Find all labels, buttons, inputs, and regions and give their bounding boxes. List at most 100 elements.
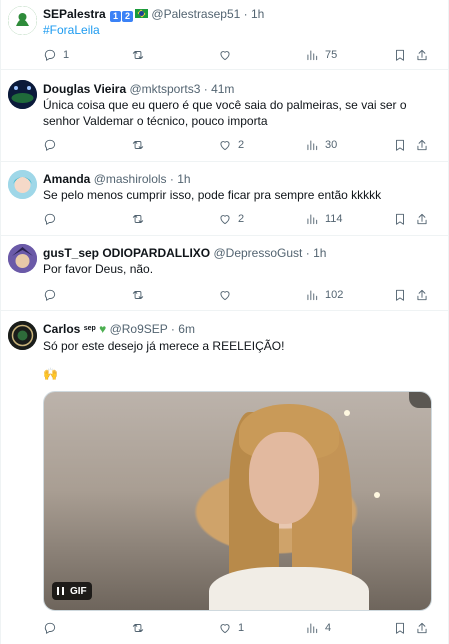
retweet-icon [132,51,144,59]
brazil-flag-icon [135,9,149,18]
reply-button[interactable] [43,619,57,637]
bookmark-button[interactable] [393,46,407,64]
like-count: 1 [238,622,245,634]
retweet-button[interactable] [131,286,145,304]
tweet-3[interactable]: Amanda @mashirolols · 1h Se pelo menos c… [0,162,449,236]
anime-avatar-icon [8,170,37,199]
reply-button[interactable] [43,210,57,228]
share-button[interactable] [415,286,429,304]
handle[interactable]: @DepressoGust [213,246,302,260]
timestamp[interactable]: 1h [313,246,326,260]
bookmark-button[interactable] [393,286,407,304]
bookmark-button[interactable] [393,210,407,228]
share-icon [417,213,427,225]
retweet-icon [132,291,144,299]
timestamp[interactable]: 41m [211,82,234,96]
gif-media[interactable]: GIF [43,391,432,611]
views-button[interactable]: 4 [305,619,331,637]
avatar[interactable] [8,321,37,350]
like-button[interactable]: 1 [218,619,244,637]
avatar[interactable] [8,6,37,35]
bookmark-icon [396,622,404,634]
handle[interactable]: @mktsports3 [130,82,201,96]
views-count: 102 [325,289,344,301]
tweet-2[interactable]: Douglas Vieira @mktsports3 · 41m Única c… [0,70,449,162]
handle[interactable]: @mashirolols [94,172,167,186]
avatar[interactable] [8,80,37,109]
retweet-button[interactable] [131,46,145,64]
share-icon [417,139,427,151]
media-corner [409,392,431,408]
share-button[interactable] [415,46,429,64]
reply-icon [44,622,56,634]
reply-icon [44,49,56,61]
bookmark-icon [396,139,404,151]
views-button[interactable]: 114 [305,210,343,228]
bookmark-icon [396,49,404,61]
display-name[interactable]: Amanda [43,172,90,186]
tweet-text: Única coisa que eu quero é que você saia… [43,98,407,128]
reply-count: 1 [63,49,70,61]
tweet-1[interactable]: SEPalestra 12 @Palestrasep51 · 1h #ForaL… [0,0,449,70]
gif-control[interactable]: GIF [52,582,92,600]
bookmark-button[interactable] [393,619,407,637]
display-name[interactable]: gusT_sep ODIOPARDALLIXO [43,246,210,260]
views-count: 75 [325,49,338,61]
retweet-button[interactable] [131,619,145,637]
like-button[interactable]: 2 [218,210,244,228]
timestamp[interactable]: 6m [178,322,195,336]
retweet-button[interactable] [131,136,145,154]
avatar[interactable] [8,170,37,199]
views-chart-icon [307,290,318,301]
pause-icon [57,587,64,595]
tweet-text: Por favor Deus, não. [43,262,154,276]
bookmark-icon [396,289,404,301]
share-button[interactable] [415,619,429,637]
display-name[interactable]: Douglas Vieira [43,82,126,96]
palm-logo-icon [8,6,37,35]
timestamp[interactable]: 1h [177,172,190,186]
views-count: 4 [325,622,332,634]
display-name[interactable]: SEPalestra [43,7,106,21]
display-name[interactable]: Carlos [43,322,80,336]
tweet-text: Se pelo menos cumprir isso, pode ficar p… [43,188,382,202]
tweet-5[interactable]: Carlos sep ♥ @Ro9SEP · 6m Só por este de… [0,311,449,644]
views-chart-icon [307,623,318,634]
views-chart-icon [307,214,318,225]
bookmark-button[interactable] [393,136,407,154]
reply-icon [44,289,56,301]
hashtag-link[interactable]: #ForaLeila [43,23,100,37]
name-suffix: sep [83,325,96,332]
reply-button[interactable] [43,136,57,154]
reply-button[interactable] [43,286,57,304]
like-button[interactable] [218,286,232,304]
gif-figure [209,567,369,610]
views-chart-icon [307,140,318,151]
bookmark-icon [396,213,404,225]
heart-icon [220,215,230,225]
retweet-icon [132,624,144,632]
reply-button[interactable]: 1 [43,46,69,64]
views-button[interactable]: 102 [305,286,343,304]
share-button[interactable] [415,136,429,154]
badge-2: 2 [122,11,134,22]
action-bar: 1 4 [43,619,435,637]
green-heart-icon: ♥ [99,322,107,336]
views-button[interactable]: 75 [305,46,337,64]
avatar[interactable] [8,244,37,273]
stadium-icon [8,80,37,109]
share-button[interactable] [415,210,429,228]
handle[interactable]: @Palestrasep51 [151,7,240,21]
timestamp[interactable]: 1h [251,7,264,21]
tweet-4[interactable]: gusT_sep ODIOPARDALLIXO @DepressoGust · … [0,236,449,311]
like-button[interactable] [218,46,232,64]
views-count: 114 [325,213,343,225]
raised-hands-emoji: 🙌 [43,367,58,381]
retweet-button[interactable] [131,210,145,228]
action-bar: 2 114 [43,210,435,228]
retweet-icon [132,215,144,223]
tweet-header: Carlos sep ♥ @Ro9SEP · 6m [43,322,195,336]
views-button[interactable]: 30 [305,136,337,154]
like-button[interactable]: 2 [218,136,244,154]
handle[interactable]: @Ro9SEP [110,322,168,336]
